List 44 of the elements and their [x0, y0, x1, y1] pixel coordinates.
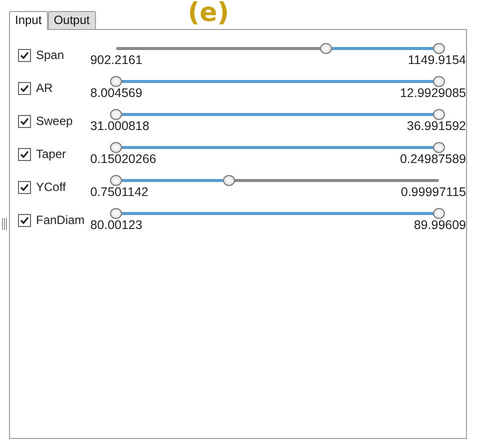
min-value: 31.000818 [90, 119, 150, 133]
splitter-grip-icon[interactable] [2, 218, 7, 230]
max-value: 89.99609 [414, 218, 466, 232]
slider-thumb[interactable] [433, 43, 445, 54]
checkbox[interactable] [18, 214, 31, 227]
slider-thumb[interactable] [433, 142, 445, 153]
parameter-label: YCoff [36, 180, 66, 194]
min-value: 0.15020266 [90, 152, 156, 166]
slider-thumb[interactable] [110, 142, 122, 153]
range-slider[interactable] [110, 207, 445, 220]
slider-thumb[interactable] [320, 43, 332, 54]
min-value: 8.004569 [90, 86, 142, 100]
range-slider[interactable] [110, 75, 445, 88]
max-value: 12.9929085 [400, 86, 466, 100]
parameter-label: Sweep [36, 114, 73, 128]
slider-thumb[interactable] [433, 76, 445, 87]
min-value: 0.7501142 [90, 185, 148, 199]
min-value: 902.2161 [90, 53, 142, 67]
max-value: 0.24987589 [400, 152, 466, 166]
max-value: 0.99997115 [400, 185, 466, 199]
max-value: 1149.9154 [408, 53, 466, 67]
parameter-label: Taper [36, 147, 66, 161]
slider-thumb[interactable] [110, 175, 122, 186]
checkbox[interactable] [18, 82, 31, 95]
min-value: 80.00123 [90, 218, 142, 232]
max-value: 36.991592 [406, 119, 466, 133]
slider-thumb[interactable] [433, 208, 445, 219]
checkbox[interactable] [18, 49, 31, 62]
slider-thumb[interactable] [433, 109, 445, 120]
tab[interactable]: Output [48, 11, 96, 29]
slider-thumb[interactable] [110, 109, 122, 120]
range-slider[interactable] [110, 141, 445, 154]
checkbox[interactable] [18, 181, 31, 194]
parameter-label: Span [36, 48, 64, 62]
slider-thumb[interactable] [110, 208, 122, 219]
tab[interactable]: Input [9, 11, 48, 30]
range-slider[interactable] [110, 108, 445, 121]
figure-label: (e) [188, 0, 230, 26]
checkbox[interactable] [18, 148, 31, 161]
parameter-label: AR [36, 81, 53, 95]
slider-thumb[interactable] [223, 175, 236, 186]
slider-thumb[interactable] [110, 76, 122, 87]
checkbox[interactable] [18, 115, 31, 128]
parameter-label: FanDiam [36, 213, 85, 227]
